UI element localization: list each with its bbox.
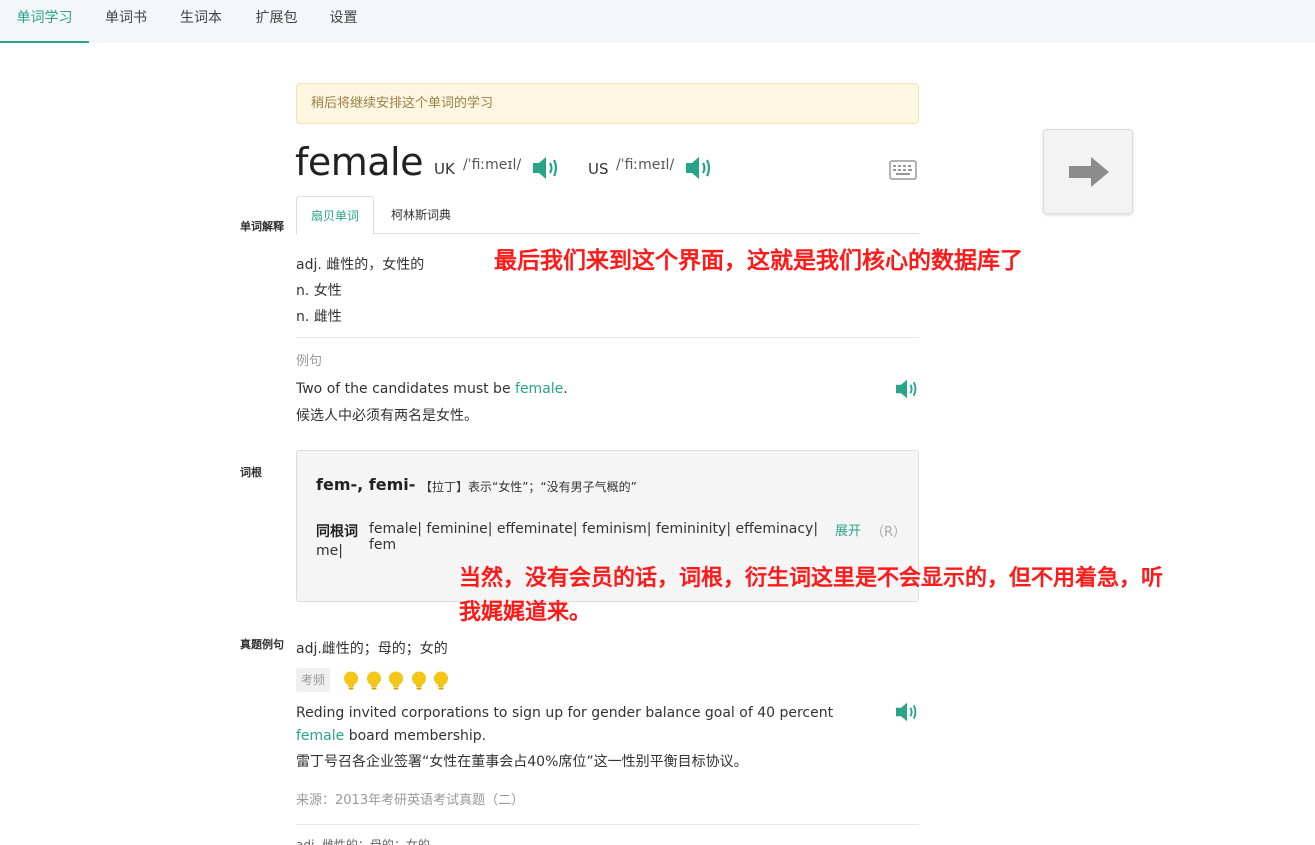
example-highlight-word: female (515, 381, 564, 397)
notice-banner: 稍后将继续安排这个单词的学习 (296, 83, 919, 124)
tab-collins[interactable]: 柯林斯词典 (374, 196, 468, 234)
top-nav: 单词学习 单词书 生词本 扩展包 设置 (0, 0, 1315, 43)
next-word-button[interactable] (1043, 129, 1133, 214)
lightbulb-icon (411, 671, 427, 691)
example-sentence-en: Two of the candidates must be female. (296, 381, 568, 397)
us-speaker-icon[interactable] (684, 155, 714, 181)
real-example-speaker-icon[interactable] (894, 701, 920, 723)
cognates-list-continued: me| (316, 543, 343, 559)
section-label-definition: 单词解释 (240, 220, 284, 233)
next-entry-partial: adj. 雌性的；母的；女的 (296, 838, 430, 845)
uk-speaker-icon[interactable] (531, 155, 561, 181)
arrow-right-icon (1069, 157, 1109, 187)
cognates-list: female| feminine| effeminate| feminism| … (369, 521, 819, 553)
root-title: fem-, femi- (316, 475, 416, 494)
frequency-label: 考频 (296, 668, 330, 692)
nav-item-word-book[interactable]: 单词书 (89, 0, 163, 43)
real-example-definition: adj.雌性的；母的；女的 (296, 641, 448, 657)
lightbulb-icon (366, 671, 382, 691)
definition-line: adj. 雌性的，女性的 (296, 257, 425, 273)
section-label-root: 词根 (240, 466, 262, 479)
section-label-real-examples: 真题例句 (240, 638, 284, 651)
expand-link[interactable]: 展开 (835, 520, 861, 539)
divider (296, 824, 919, 825)
annotation-text: 最后我们来到这个界面，这就是我们核心的数据库了 (494, 248, 1023, 274)
real-example-zh: 雷丁号召各企业签署“女性在董事会占40%席位”这一性别平衡目标协议。 (296, 754, 748, 770)
lightbulb-icon (433, 671, 449, 691)
lightbulb-icon (343, 671, 359, 691)
definition-line: n. 女性 (296, 283, 342, 299)
annotation-text: 当然，没有会员的话，词根，衍生词这里是不会显示的，但不用着急，听 (459, 566, 1164, 591)
uk-label: UK (434, 160, 455, 178)
us-label: US (588, 160, 609, 178)
definition-line: n. 雌性 (296, 309, 342, 325)
real-example-en: Reding invited corporations to sign up f… (296, 705, 834, 744)
example-sentence-zh: 候选人中必须有两名是女性。 (296, 408, 478, 424)
example-speaker-icon[interactable] (894, 378, 920, 400)
divider (296, 337, 919, 338)
annotation-text: 我娓娓道来。 (459, 600, 592, 625)
us-phonetic: /ˈfiːmeɪl/ (616, 157, 675, 173)
real-example-source: 来源：2013年考研英语考试真题（二） (296, 793, 525, 808)
definition-tabs: 扇贝单词 柯林斯词典 (296, 196, 919, 235)
nav-item-vocab-notebook[interactable]: 生词本 (163, 0, 239, 43)
real-example-highlight-word: female (296, 728, 345, 744)
root-description: 【拉丁】表示“女性”；“没有男子气概的” (420, 480, 637, 494)
cognates-label: 同根词 (316, 524, 358, 540)
nav-item-settings[interactable]: 设置 (314, 0, 373, 43)
lightbulb-icon (388, 671, 404, 691)
expand-shortcut: （R） (871, 525, 907, 540)
nav-item-word-study[interactable]: 单词学习 (0, 0, 89, 43)
example-label: 例句 (296, 354, 323, 369)
uk-phonetic: /ˈfiːmeɪl/ (463, 157, 522, 173)
word-title: female (295, 140, 424, 184)
tab-shanbay[interactable]: 扇贝单词 (296, 196, 374, 235)
keyboard-icon[interactable] (889, 160, 917, 180)
nav-item-extension-pack[interactable]: 扩展包 (239, 0, 314, 43)
